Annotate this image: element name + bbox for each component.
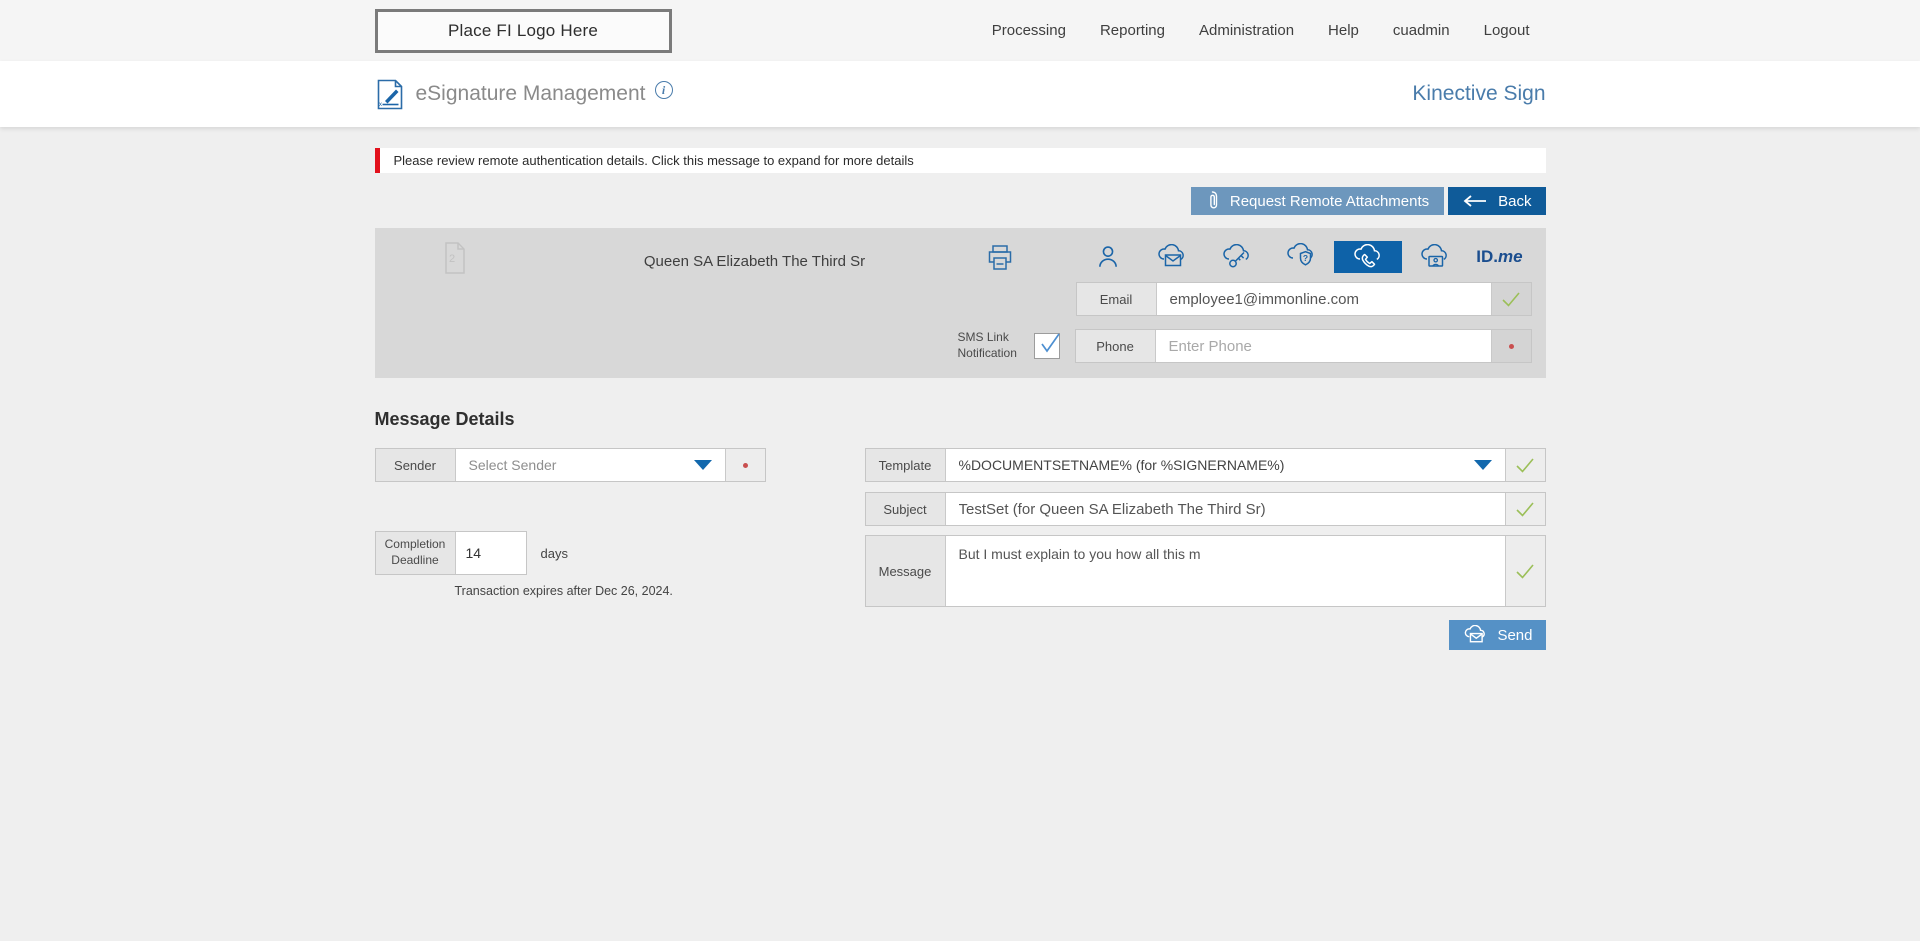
completion-deadline-label: Completion Deadline	[375, 532, 456, 574]
chevron-down-icon	[693, 460, 712, 470]
request-remote-attachments-button[interactable]: Request Remote Attachments	[1190, 187, 1445, 215]
phone-input[interactable]	[1155, 330, 1491, 362]
email-input[interactable]	[1156, 283, 1491, 315]
message-textarea[interactable]: But I must explain to you how all this m	[945, 536, 1505, 606]
back-arrow-icon	[1462, 195, 1488, 207]
phone-row: Phone	[1074, 329, 1532, 363]
nav-item-administration[interactable]: Administration	[1199, 22, 1294, 39]
cloud-phone-icon[interactable]	[1334, 241, 1403, 273]
subject-label: Subject	[865, 493, 946, 525]
template-valid-check-icon	[1504, 449, 1545, 481]
svg-text:?: ?	[1303, 253, 1308, 263]
cloud-key-icon[interactable]	[1205, 239, 1269, 275]
esignature-document-icon: x	[375, 78, 405, 111]
signer-auth-area: ? ID. me Email employee1@immonline.com S…	[958, 228, 1532, 363]
subject-row: Subject	[864, 492, 1546, 526]
svg-text:x: x	[379, 102, 382, 108]
sender-required-indicator	[724, 449, 765, 481]
subject-input[interactable]	[945, 493, 1505, 525]
email-valid-check-icon	[1490, 283, 1531, 315]
message-label: Message	[865, 536, 946, 606]
paperclip-icon	[1206, 190, 1219, 212]
document-count: 2	[448, 253, 454, 265]
chevron-down-icon	[1473, 460, 1492, 470]
back-button[interactable]: Back	[1448, 187, 1546, 215]
completion-deadline-row: Completion Deadline	[374, 531, 527, 575]
idme-icon[interactable]: ID. me	[1467, 239, 1531, 275]
info-icon[interactable]: i	[654, 81, 673, 99]
alert-banner[interactable]: Please review remote authentication deta…	[374, 148, 1546, 173]
fi-logo-placeholder: Place FI Logo Here	[374, 8, 672, 53]
sms-notification-label: SMS Link Notification	[957, 330, 1017, 360]
document-count-icon: 2	[443, 241, 467, 275]
cloud-email-icon[interactable]	[1140, 239, 1204, 275]
completion-deadline-block: Completion Deadline days Transaction exp…	[374, 531, 766, 598]
page-title: eSignature Management	[415, 82, 646, 105]
required-dot-icon	[1508, 343, 1514, 349]
cloud-security-question-icon[interactable]: ?	[1269, 239, 1333, 275]
fi-logo-text: Place FI Logo Here	[447, 20, 599, 40]
person-icon[interactable]	[1076, 239, 1140, 275]
days-unit-label: days	[540, 545, 568, 561]
signer-name: Queen SA Elizabeth The Third Sr	[643, 253, 866, 270]
actions-row: Request Remote Attachments Back	[375, 187, 1546, 215]
completion-days-input[interactable]	[455, 532, 526, 574]
template-label: Template	[865, 449, 946, 481]
nav-item-logout[interactable]: Logout	[1484, 22, 1530, 39]
sender-select[interactable]: Select Sender	[456, 449, 725, 481]
print-icon[interactable]	[985, 243, 1015, 273]
page-header: x eSignature Management i Kinective Sign	[0, 61, 1920, 127]
main-nav: Processing Reporting Administration Help…	[992, 22, 1546, 39]
send-cloud-envelope-icon	[1462, 624, 1489, 646]
cloud-id-card-icon[interactable]	[1403, 239, 1467, 275]
send-button[interactable]: Send	[1449, 620, 1546, 650]
nav-item-help[interactable]: Help	[1328, 22, 1359, 39]
email-label: Email	[1076, 283, 1157, 315]
message-details-form: Sender Select Sender Completion Deadline…	[374, 448, 1546, 650]
message-valid-check-icon	[1504, 536, 1545, 606]
brand-name: Kinective Sign	[1412, 82, 1546, 105]
phone-line: SMS Link Notification Phone	[958, 329, 1532, 363]
template-row: Template %DOCUMENTSETNAME% (for %SIGNERN…	[864, 448, 1546, 482]
subject-valid-check-icon	[1504, 493, 1545, 525]
message-details-heading: Message Details	[374, 409, 515, 429]
phone-required-indicator	[1490, 330, 1531, 362]
nav-item-reporting[interactable]: Reporting	[1100, 22, 1165, 39]
phone-label: Phone	[1075, 330, 1156, 362]
sender-row: Sender Select Sender	[374, 448, 766, 482]
top-navigation-bar: Place FI Logo Here Processing Reporting …	[0, 0, 1920, 61]
message-row: Message But I must explain to you how al…	[864, 535, 1546, 607]
nav-item-cuadmin[interactable]: cuadmin	[1393, 22, 1450, 39]
template-select[interactable]: %DOCUMENTSETNAME% (for %SIGNERNAME%)	[946, 449, 1505, 481]
main-content: Please review remote authentication deta…	[0, 127, 1920, 650]
signer-panel: 2 Queen SA Elizabeth The Third Sr ? ID. …	[374, 228, 1546, 378]
auth-options-row: ? ID. me	[1076, 239, 1532, 275]
nav-item-processing[interactable]: Processing	[992, 22, 1066, 39]
required-dot-icon	[742, 462, 748, 468]
sms-notification-checkbox[interactable]	[1033, 333, 1060, 359]
expiration-note: Transaction expires after Dec 26, 2024.	[454, 584, 673, 598]
email-row: Email	[1075, 282, 1532, 316]
sender-label: Sender	[375, 449, 456, 481]
alert-text: Please review remote authentication deta…	[393, 153, 914, 168]
